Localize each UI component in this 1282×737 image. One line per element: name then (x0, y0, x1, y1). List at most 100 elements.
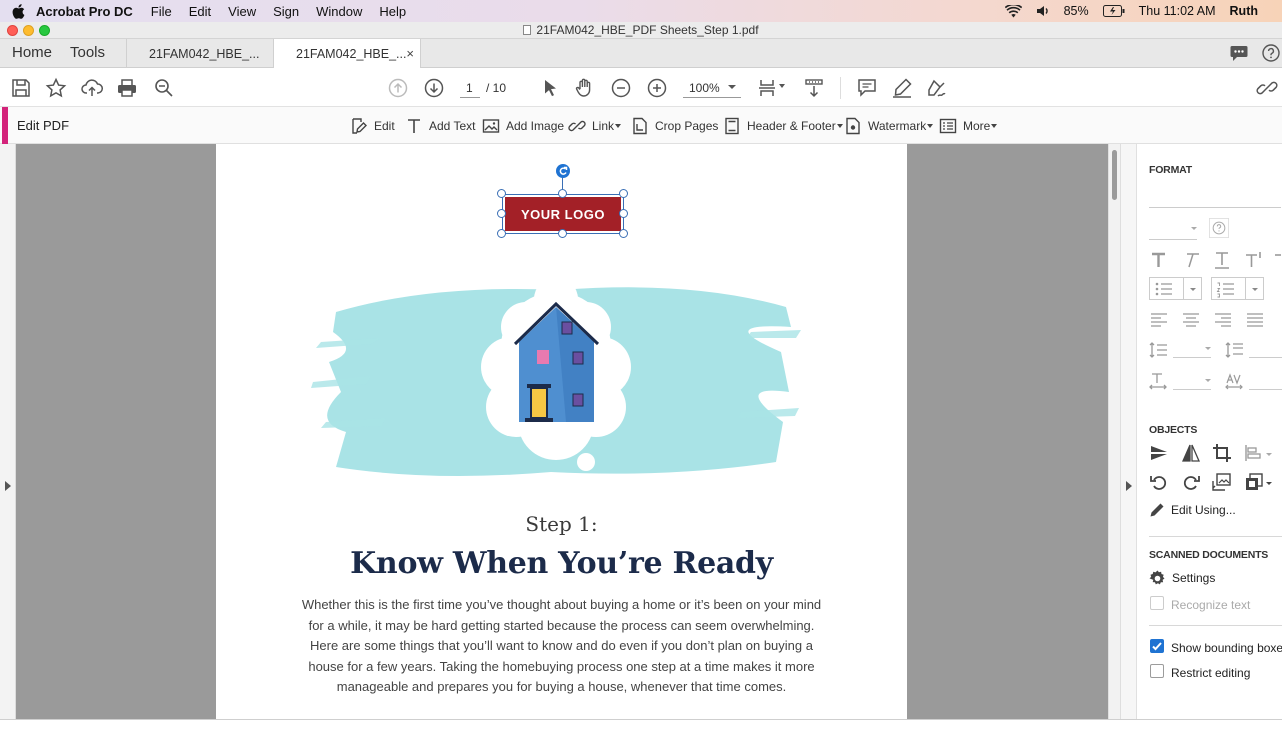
tab-home[interactable]: Home (12, 44, 52, 61)
paragraph-spacing-icon[interactable] (1225, 340, 1245, 360)
arrange-objects-icon[interactable] (1244, 472, 1264, 492)
menu-file[interactable]: File (151, 4, 172, 19)
font-size-field[interactable] (1149, 239, 1197, 240)
zoom-in-icon[interactable] (646, 77, 668, 99)
collapse-right-panel-icon[interactable] (1126, 481, 1132, 491)
align-center-icon[interactable] (1181, 309, 1201, 329)
text-italic-icon[interactable] (1181, 250, 1201, 270)
tab-document-2[interactable]: 21FAM042_HBE_... × (273, 39, 420, 69)
expand-left-panel-icon[interactable] (5, 481, 11, 491)
text-bold-icon[interactable] (1149, 250, 1169, 270)
find-text-icon[interactable] (153, 77, 175, 99)
numbered-list-dropdown[interactable] (1211, 277, 1264, 300)
align-left-icon[interactable] (1149, 309, 1169, 329)
sign-pen-icon[interactable] (926, 77, 948, 99)
menubar-user[interactable]: Ruth (1230, 4, 1258, 18)
align-justify-icon[interactable] (1245, 309, 1265, 329)
rotate-right-icon[interactable] (1181, 472, 1201, 492)
page-display-caret-icon[interactable] (779, 84, 785, 88)
menu-edit[interactable]: Edit (189, 4, 211, 19)
bookmark-star-icon[interactable] (45, 77, 67, 99)
scrollbar-thumb[interactable] (1112, 150, 1117, 200)
align-right-icon[interactable] (1213, 309, 1233, 329)
left-panel-toggle[interactable] (0, 144, 16, 720)
menu-view[interactable]: View (228, 4, 256, 19)
resize-handle-tr[interactable] (619, 189, 628, 198)
page-display-icon[interactable] (757, 77, 779, 99)
edit-button[interactable]: Edit (350, 115, 395, 137)
highlight-pen-icon[interactable] (891, 77, 913, 99)
add-text-button[interactable]: Add Text (405, 115, 475, 137)
menubar-clock[interactable]: Thu 11:02 AM (1139, 4, 1216, 18)
next-page-icon[interactable] (423, 77, 445, 99)
tab-tools[interactable]: Tools (70, 44, 105, 61)
tab-document-1[interactable]: 21FAM042_HBE_... (126, 39, 273, 68)
horizontal-scaling-icon[interactable] (1149, 371, 1169, 391)
page-number-input[interactable]: 1 (466, 81, 473, 95)
select-arrow-icon[interactable] (539, 77, 561, 99)
zoom-level-select[interactable]: 100% (689, 81, 720, 95)
upload-cloud-icon[interactable] (81, 77, 103, 99)
resize-handle-mr[interactable] (619, 209, 628, 218)
logo-object[interactable]: YOUR LOGO (497, 164, 628, 238)
line-spacing-caret-icon[interactable] (1205, 347, 1211, 350)
font-family-field[interactable] (1149, 207, 1281, 208)
show-bounding-boxes-checkbox[interactable] (1150, 639, 1164, 653)
resize-handle-ml[interactable] (497, 209, 506, 218)
edit-using-button[interactable]: Edit Using... (1149, 501, 1236, 519)
font-help-icon[interactable] (1209, 218, 1229, 238)
scrolling-mode-icon[interactable] (803, 77, 825, 99)
apple-icon[interactable] (0, 3, 36, 19)
resize-handle-bm[interactable] (558, 229, 567, 238)
menu-help[interactable]: Help (379, 4, 406, 19)
flip-horizontal-icon[interactable] (1181, 443, 1201, 463)
header-footer-button[interactable]: Header & Footer (723, 115, 843, 137)
pdf-page[interactable]: YOUR LOGO Step 1: Know When You’re Ready… (216, 144, 907, 720)
battery-icon[interactable] (1102, 5, 1125, 17)
link-button[interactable]: Link (568, 115, 622, 137)
menu-sign[interactable]: Sign (273, 4, 299, 19)
watermark-button[interactable]: Watermark (844, 115, 934, 137)
print-icon[interactable] (116, 77, 138, 99)
crop-pages-button[interactable]: Crop Pages (631, 115, 718, 137)
font-size-caret-icon[interactable] (1191, 227, 1197, 230)
comment-icon[interactable] (856, 77, 878, 99)
help-icon[interactable] (1262, 44, 1280, 62)
share-link-icon[interactable] (1256, 77, 1278, 99)
arrange-objects-caret-icon[interactable] (1266, 482, 1272, 485)
crop-icon[interactable] (1212, 443, 1232, 463)
resize-handle-bl[interactable] (497, 229, 506, 238)
more-button[interactable]: More (939, 115, 998, 137)
previous-page-icon[interactable] (387, 77, 409, 99)
text-superscript-icon[interactable] (1244, 250, 1264, 270)
add-image-button[interactable]: Add Image (482, 115, 564, 137)
resize-handle-tl[interactable] (497, 189, 506, 198)
horizontal-scaling-caret-icon[interactable] (1205, 379, 1211, 382)
house-illustration[interactable] (311, 272, 801, 492)
tab-close-button[interactable]: × (406, 46, 414, 61)
horizontal-scaling-field[interactable] (1173, 389, 1211, 390)
resize-handle-tm[interactable] (558, 189, 567, 198)
align-objects-icon[interactable] (1244, 443, 1264, 463)
paragraph-spacing-field[interactable] (1249, 357, 1282, 358)
wifi-icon[interactable] (1004, 4, 1022, 18)
volume-icon[interactable] (1036, 5, 1050, 17)
rotate-left-icon[interactable] (1149, 472, 1169, 492)
text-underline-icon[interactable] (1212, 250, 1232, 270)
character-spacing-icon[interactable] (1225, 371, 1245, 391)
replace-image-icon[interactable] (1212, 472, 1232, 492)
recognize-text-checkbox[interactable] (1150, 596, 1164, 610)
app-name-menu[interactable]: Acrobat Pro DC (36, 4, 133, 19)
character-spacing-field[interactable] (1249, 389, 1282, 390)
flip-vertical-icon[interactable] (1149, 443, 1169, 463)
rotate-handle-icon[interactable] (556, 164, 570, 178)
save-icon[interactable] (10, 77, 32, 99)
right-panel-toggle[interactable] (1121, 144, 1137, 720)
menu-window[interactable]: Window (316, 4, 362, 19)
text-subscript-icon[interactable] (1273, 250, 1282, 270)
line-spacing-field[interactable] (1173, 357, 1211, 358)
document-viewport[interactable]: YOUR LOGO Step 1: Know When You’re Ready… (0, 144, 1120, 720)
zoom-dropdown-caret-icon[interactable] (728, 85, 736, 89)
comments-chat-icon[interactable] (1230, 45, 1248, 62)
bullet-list-dropdown[interactable] (1149, 277, 1202, 300)
